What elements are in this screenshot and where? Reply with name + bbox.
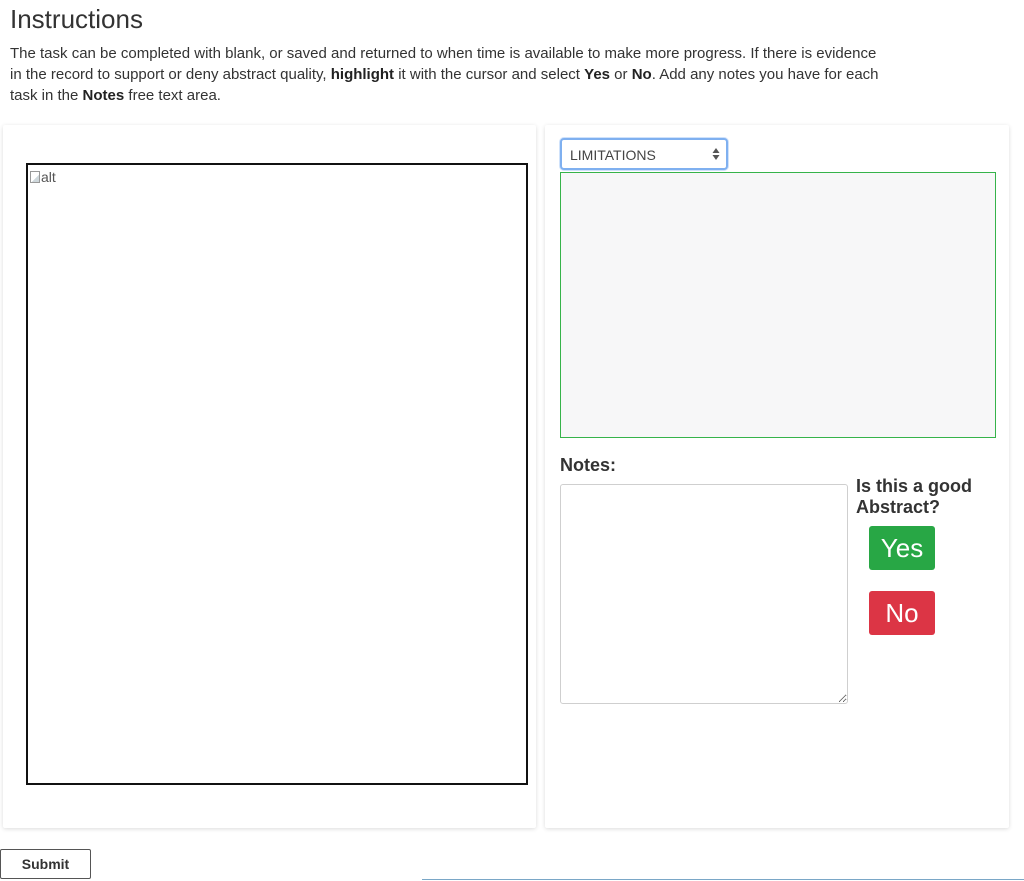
yes-button[interactable]: Yes xyxy=(869,526,935,570)
bottom-divider xyxy=(422,879,1024,880)
notes-label: Notes: xyxy=(560,455,617,475)
annotation-panel: LIMITATIONS Notes: Is this a good Abstra… xyxy=(545,125,1009,828)
highlight-text-area[interactable] xyxy=(560,172,996,438)
record-image-frame: alt xyxy=(26,163,528,785)
page-title: Instructions xyxy=(10,4,143,34)
instructions-text: The task can be completed with blank, or… xyxy=(10,43,880,106)
notes-textarea[interactable] xyxy=(560,484,848,704)
instructions-emphasis-notes: Notes xyxy=(82,87,125,104)
quality-question: Is this a good Abstract? xyxy=(856,476,973,517)
broken-image: alt xyxy=(30,169,56,185)
instructions-emphasis-highlight: highlight xyxy=(330,66,395,83)
record-image-panel: alt xyxy=(3,125,536,828)
instructions-part: or xyxy=(610,66,632,83)
instructions-part: free text area. xyxy=(124,87,221,104)
category-select[interactable]: LIMITATIONS xyxy=(560,138,728,170)
select-arrows-icon xyxy=(712,148,720,160)
instructions-emphasis-yes: Yes xyxy=(584,66,611,83)
broken-image-icon xyxy=(30,171,40,183)
instructions-part: it with the cursor and select xyxy=(394,66,585,83)
instructions-emphasis-no: No xyxy=(631,66,652,83)
submit-button[interactable]: Submit xyxy=(0,849,91,879)
image-alt-text: alt xyxy=(41,169,56,185)
category-select-value: LIMITATIONS xyxy=(570,147,656,163)
no-button[interactable]: No xyxy=(869,591,935,635)
